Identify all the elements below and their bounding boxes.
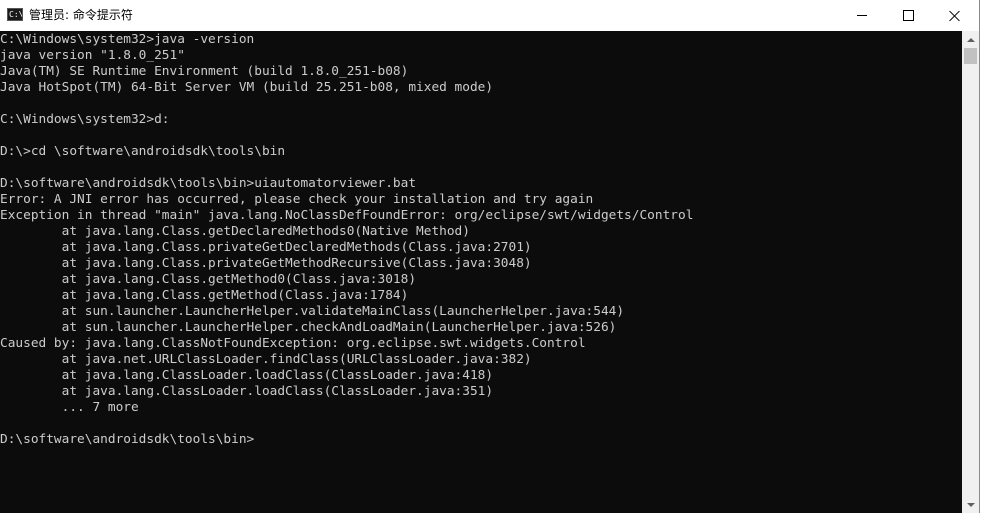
console-line: at java.lang.Class.privateGetMethodRecur… bbox=[0, 256, 532, 271]
console-line: at java.lang.ClassLoader.loadClass(Class… bbox=[0, 368, 494, 383]
scrollbar-thumb[interactable] bbox=[964, 48, 977, 64]
console-line: java version "1.8.0_251" bbox=[0, 48, 185, 63]
close-button[interactable] bbox=[931, 0, 979, 31]
console-line: D:\software\androidsdk\tools\bin> bbox=[0, 432, 255, 447]
console-line: C:\Windows\system32>d: bbox=[0, 112, 170, 127]
console-line: at java.lang.Class.getMethod(Class.java:… bbox=[0, 288, 409, 303]
vertical-scrollbar[interactable] bbox=[962, 31, 979, 513]
console-line: D:\>cd \software\androidsdk\tools\bin bbox=[0, 144, 286, 159]
console-line: Error: A JNI error has occurred, please … bbox=[0, 192, 594, 207]
console-line: Java HotSpot(TM) 64-Bit Server VM (build… bbox=[0, 80, 494, 95]
console-line: Exception in thread "main" java.lang.NoC… bbox=[0, 208, 694, 223]
maximize-icon bbox=[902, 10, 914, 21]
console-line: Java(TM) SE Runtime Environment (build 1… bbox=[0, 64, 409, 79]
console-line: Caused by: java.lang.ClassNotFoundExcept… bbox=[0, 336, 586, 351]
maximize-button[interactable] bbox=[885, 0, 931, 31]
minimize-button[interactable] bbox=[839, 0, 885, 31]
console-line: D:\software\androidsdk\tools\bin>uiautom… bbox=[0, 176, 417, 191]
console-line: at java.lang.ClassLoader.loadClass(Class… bbox=[0, 384, 494, 399]
console-line: at java.net.URLClassLoader.findClass(URL… bbox=[0, 352, 532, 367]
minimize-icon bbox=[857, 15, 867, 16]
console-line: at java.lang.Class.getDeclaredMethods0(N… bbox=[0, 224, 470, 239]
scroll-up-arrow-icon bbox=[966, 37, 975, 42]
close-icon bbox=[949, 10, 961, 22]
console-line: at java.lang.Class.privateGetDeclaredMet… bbox=[0, 240, 532, 255]
console-line: ... 7 more bbox=[0, 400, 139, 415]
console-line: at sun.launcher.LauncherHelper.checkAndL… bbox=[0, 320, 617, 335]
console-line: C:\Windows\system32>java -version bbox=[0, 32, 255, 47]
scroll-up-button[interactable] bbox=[962, 31, 979, 48]
console-text: C:\Windows\system32>java -version java ve… bbox=[0, 32, 693, 448]
window-title: 管理员: 命令提示符 bbox=[29, 8, 133, 22]
title-bar[interactable]: C:\ 管理员: 命令提示符 bbox=[0, 0, 979, 31]
command-prompt-window: C:\ 管理员: 命令提示符 C:\Windows\system32>java … bbox=[0, 0, 980, 513]
scroll-down-arrow-icon bbox=[966, 502, 975, 507]
cmd-icon[interactable]: C:\ bbox=[7, 8, 23, 21]
console-line: at java.lang.Class.getMethod0(Class.java… bbox=[0, 272, 417, 287]
scroll-down-button[interactable] bbox=[962, 496, 979, 513]
console-output[interactable]: C:\Windows\system32>java -version java ve… bbox=[0, 31, 962, 513]
console-line: at sun.launcher.LauncherHelper.validateM… bbox=[0, 304, 625, 319]
